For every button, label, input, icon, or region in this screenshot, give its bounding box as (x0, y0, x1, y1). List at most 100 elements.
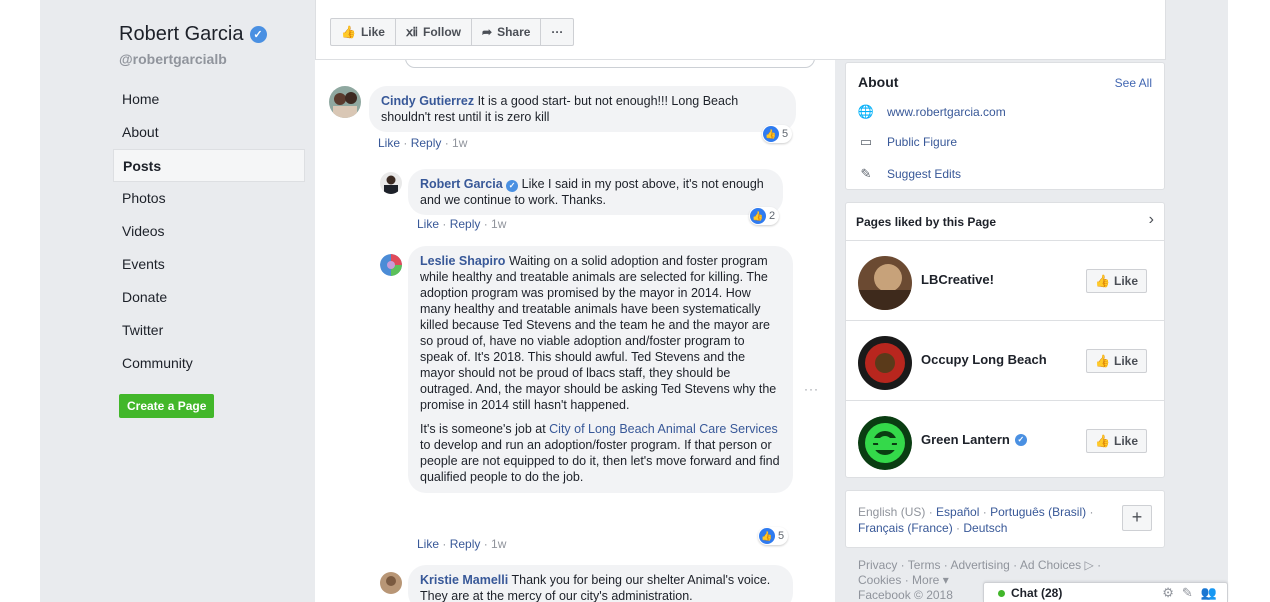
category-row[interactable]: ▭ Public Figure (858, 134, 957, 150)
comment-author[interactable]: Cindy Gutierrez (381, 94, 474, 108)
liked-page-row: Green Lantern ✓ 👍 Like (846, 400, 1164, 480)
page-avatar[interactable] (858, 336, 912, 390)
like-page-small-button[interactable]: 👍 Like (1086, 429, 1147, 453)
about-title: About (858, 74, 899, 90)
suggest-edits-link[interactable]: Suggest Edits (887, 167, 961, 181)
thumbs-up-icon: 👍 (341, 25, 356, 39)
avatar[interactable] (380, 254, 402, 276)
category-link[interactable]: Public Figure (887, 135, 957, 149)
reaction-count[interactable]: 👍 2 (749, 207, 780, 225)
website-row[interactable]: 🌐 www.robertgarcia.com (858, 104, 1006, 120)
page-avatar[interactable] (858, 256, 912, 310)
liked-page-name[interactable]: Occupy Long Beach (921, 352, 1047, 367)
more-options-button[interactable]: ··· (540, 18, 575, 46)
like-reaction-icon: 👍 (759, 528, 775, 544)
nav-item-about[interactable]: About (113, 116, 305, 149)
website-link[interactable]: www.robertgarcia.com (887, 105, 1006, 119)
green-lantern-logo-icon (858, 416, 912, 470)
see-all-link[interactable]: See All (1115, 76, 1152, 90)
page-avatar-image (858, 336, 912, 390)
reaction-count[interactable]: 👍 5 (758, 527, 789, 545)
footer-line[interactable]: Privacy · Terms · Advertising · Ad Choic… (858, 558, 1158, 573)
comment-reply-link[interactable]: Reply (450, 217, 481, 231)
comment-like-link[interactable]: Like (378, 136, 400, 150)
avatar[interactable] (380, 572, 402, 594)
comment-paragraph: Leslie Shapiro Waiting on a solid adopti… (420, 253, 781, 413)
avatar[interactable] (380, 172, 402, 194)
comment-time[interactable]: 1w (452, 136, 467, 150)
like-reaction-icon: 👍 (763, 126, 779, 142)
liked-page-name[interactable]: Green Lantern (921, 432, 1010, 447)
comment-actions: Like · Reply · 1w (378, 136, 468, 150)
like-page-small-button[interactable]: 👍 Like (1086, 269, 1147, 293)
share-label: Share (497, 25, 531, 39)
like-page-small-button[interactable]: 👍 Like (1086, 349, 1147, 373)
like-label: Like (1113, 274, 1138, 288)
like-page-button[interactable]: 👍 Like (330, 18, 396, 46)
new-message-icon[interactable]: ✎ (1182, 585, 1193, 601)
comment-bubble: Leslie Shapiro Waiting on a solid adopti… (408, 246, 793, 493)
like-label: Like (1113, 434, 1138, 448)
comment-author[interactable]: Robert Garcia (420, 177, 503, 191)
page-avatar[interactable] (858, 416, 912, 470)
avatar[interactable] (329, 86, 361, 118)
comment-time[interactable]: 1w (491, 537, 506, 551)
nav-item-twitter[interactable]: Twitter (113, 314, 305, 347)
follow-label: Follow (423, 25, 461, 39)
nav-item-events[interactable]: Events (113, 248, 305, 281)
comment-author[interactable]: Kristie Mamelli (420, 573, 508, 587)
chat-label[interactable]: Chat (28) (998, 586, 1062, 600)
nav-item-community[interactable]: Community (113, 347, 305, 380)
page-name-text[interactable]: Robert Garcia (119, 23, 244, 46)
suggest-edits-row[interactable]: ✎ Suggest Edits (858, 166, 962, 182)
nav-item-photos[interactable]: Photos (113, 182, 305, 215)
globe-icon: 🌐 (857, 104, 875, 119)
comment-bubble: Cindy Gutierrez It is a good start- but … (369, 86, 796, 132)
share-button[interactable]: ➦ Share (471, 18, 542, 46)
nav-item-home[interactable]: Home (113, 83, 305, 116)
comment-paragraph: It's is someone's job at City of Long Be… (420, 421, 781, 485)
liked-pages-title[interactable]: Pages liked by this Page (856, 215, 996, 229)
chevron-right-icon[interactable]: › (1149, 211, 1154, 229)
comment-time[interactable]: 1w (491, 217, 506, 231)
comment-like-link[interactable]: Like (417, 537, 439, 551)
animal-care-link[interactable]: City of Long Beach Animal Care Services (549, 422, 778, 436)
comment-author[interactable]: Leslie Shapiro (420, 254, 505, 268)
language-link[interactable]: Français (France) (858, 521, 953, 535)
liked-pages-card: Pages liked by this Page › LBCreative! 👍… (845, 202, 1165, 478)
comment-options-icon[interactable]: ··· (804, 382, 819, 396)
language-link[interactable]: Português (Brasil) (990, 505, 1086, 519)
thumbs-up-icon: 👍 (1095, 354, 1110, 368)
nav-item-videos[interactable]: Videos (113, 215, 305, 248)
pencil-icon: ✎ (860, 166, 872, 181)
page-title[interactable]: Robert Garcia ✓ (119, 23, 267, 46)
language-link[interactable]: Español (936, 505, 979, 519)
follow-button[interactable]: ⅻ Follow (394, 18, 472, 46)
comment-like-link[interactable]: Like (417, 217, 439, 231)
comment-actions: Like · Reply · 1w (417, 537, 507, 551)
comment-input[interactable] (405, 60, 815, 68)
like-reaction-icon: 👍 (750, 208, 766, 224)
nav-item-donate[interactable]: Donate (113, 281, 305, 314)
comment-bubble: Kristie Mamelli Thank you for being our … (408, 565, 793, 602)
gear-icon[interactable]: ⚙ (1162, 585, 1174, 601)
nav-item-posts[interactable]: Posts (113, 149, 305, 182)
current-language: English (US) (858, 505, 926, 519)
group-chat-icon[interactable]: 👥 (1201, 585, 1217, 601)
language-link[interactable]: Deutsch (963, 521, 1007, 535)
comment-bubble: Robert Garcia ✓ Like I said in my post a… (408, 169, 783, 215)
comment-reply-link[interactable]: Reply (450, 537, 481, 551)
comment-actions: Like · Reply · 1w (417, 217, 507, 231)
language-card: English (US) · Español · Português (Bras… (845, 490, 1165, 548)
chat-bar[interactable]: Chat (28) ⚙ ✎ 👥 (983, 582, 1228, 602)
add-language-button[interactable]: + (1122, 505, 1152, 531)
reaction-count[interactable]: 👍 5 (762, 125, 793, 143)
create-page-button[interactable]: Create a Page (119, 394, 215, 418)
verified-badge-icon: ✓ (506, 180, 519, 192)
verified-badge-icon: ✓ (1014, 433, 1027, 446)
liked-page-name-wrap[interactable]: Green Lantern ✓ (921, 432, 1027, 447)
comment-reply-link[interactable]: Reply (411, 136, 442, 150)
reaction-number: 2 (769, 210, 776, 222)
liked-page-name[interactable]: LBCreative! (921, 272, 994, 287)
facebook-page: Robert Garcia ✓ @robertgarcialb Home Abo… (0, 0, 1270, 602)
